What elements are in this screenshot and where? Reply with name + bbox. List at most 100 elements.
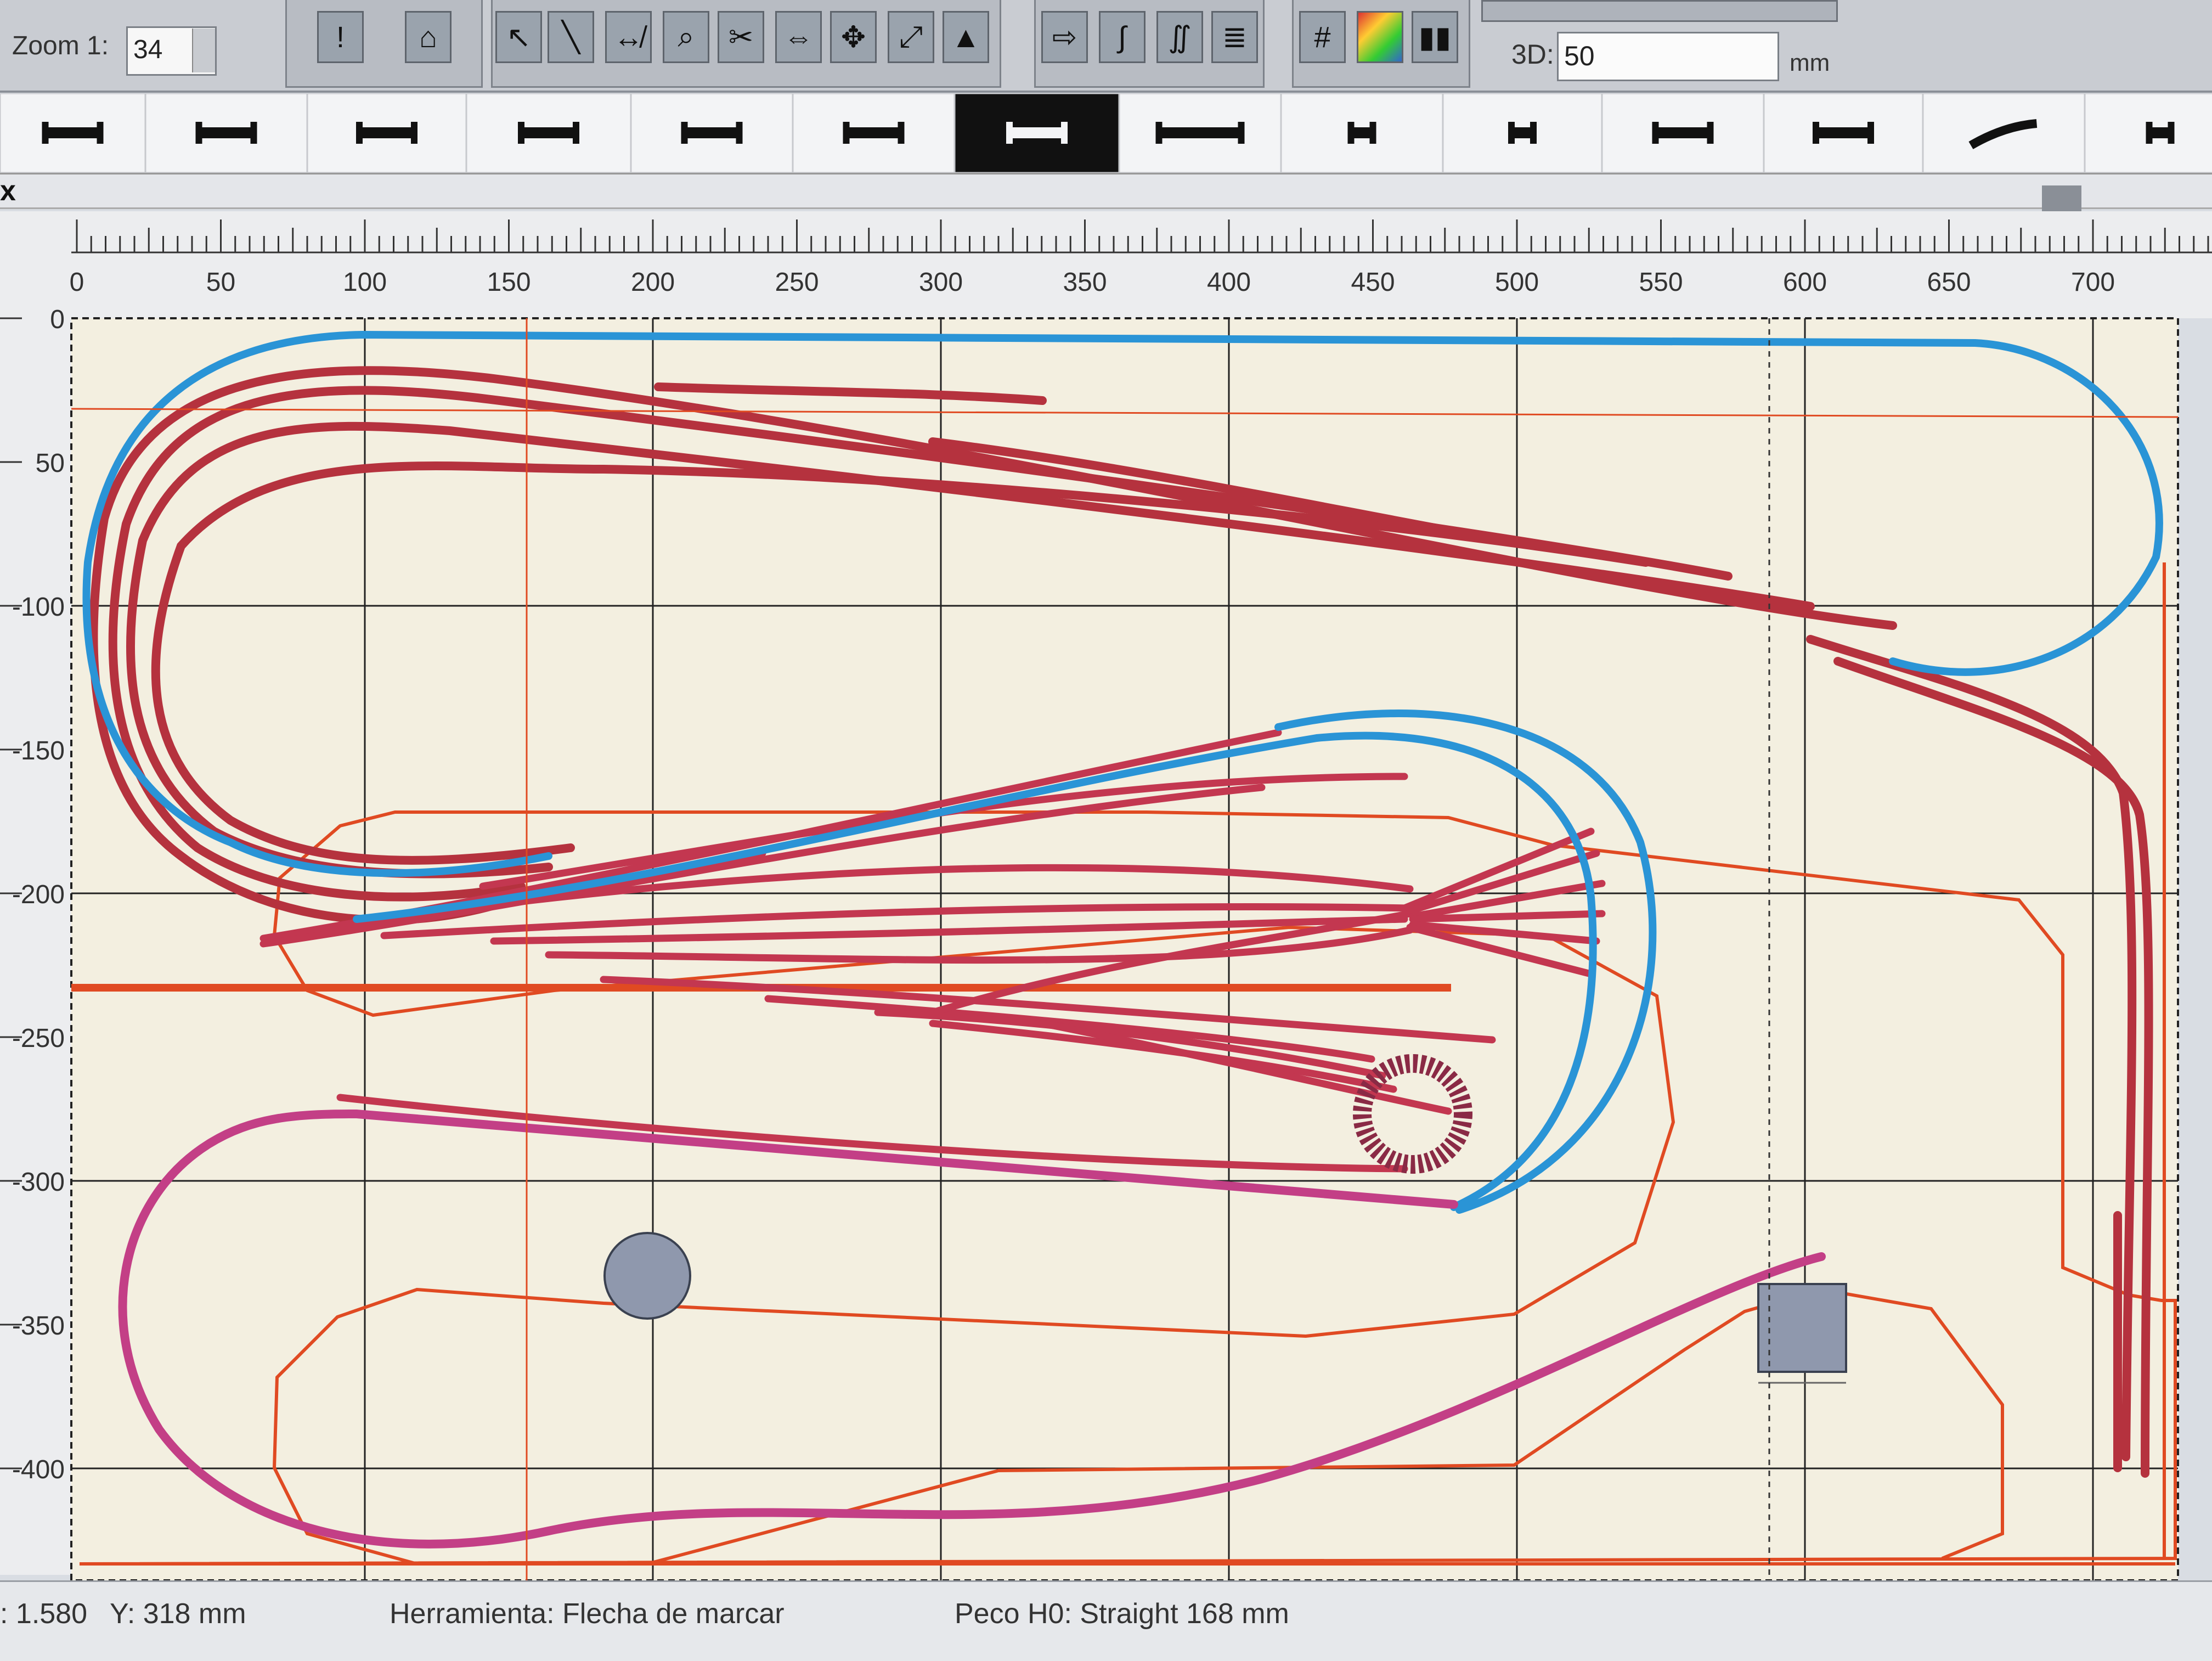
ruler-label-y: -400 xyxy=(12,1455,65,1484)
terrain-icon[interactable]: ▲ xyxy=(943,11,989,63)
straight-piece-icon xyxy=(45,127,100,138)
ruler-label-x: 400 xyxy=(1207,268,1251,297)
status-track-piece: Peco H0: Straight 168 mm xyxy=(955,1598,1289,1630)
piece-end-icon xyxy=(195,122,202,144)
status-tool: Herramienta: Flecha de marcar xyxy=(390,1598,785,1630)
piece-end-icon xyxy=(1061,122,1068,144)
piece-end-icon xyxy=(1867,122,1874,144)
curve-right-icon[interactable]: ∬ xyxy=(1156,11,1203,63)
ruler-label-x: 450 xyxy=(1351,268,1395,297)
layer-dropdown[interactable] xyxy=(1481,0,1838,22)
ruler-label-x: 500 xyxy=(1495,268,1539,297)
ruler-label-x: 650 xyxy=(1927,268,1971,297)
piece-end-icon xyxy=(898,122,905,144)
piece-end-icon xyxy=(42,122,49,144)
ruler-ticks xyxy=(71,219,2212,254)
ruler-label-y: 50 xyxy=(36,449,65,478)
straight-piece-icon xyxy=(1009,127,1064,138)
toolbar-group-edit: ! ⌂ xyxy=(285,0,483,88)
straight-piece-icon xyxy=(359,127,414,138)
piece-end-icon xyxy=(411,122,417,144)
zoom-icon[interactable]: ⌕ xyxy=(663,11,709,63)
zoom-spinner[interactable] xyxy=(192,29,215,72)
piece-end-icon xyxy=(1813,122,1819,144)
piece-end-icon xyxy=(1238,122,1245,144)
straight-piece-icon xyxy=(521,127,576,138)
ruler-label-y: -150 xyxy=(12,736,65,765)
move-icon[interactable]: ✥ xyxy=(830,11,877,63)
curve-left-icon[interactable]: ∫ xyxy=(1099,11,1146,63)
piece-end-icon xyxy=(736,122,743,144)
ruler-label-y: -200 xyxy=(12,880,65,909)
status-bar: : 1.580 Y: 318 mm Herramienta: Flecha de… xyxy=(0,1580,2212,1661)
3d-unit-label: mm xyxy=(1790,49,1830,76)
piece-end-icon xyxy=(1508,122,1515,144)
ruler-label-x: 100 xyxy=(343,268,387,297)
piece-end-icon xyxy=(250,122,257,144)
main-toolbar: Zoom 1: 34 ! ⌂ ↖ ╲ ↮ ⌕ ✂ ⇔ ✥ ⤢ ▲ ⇨ ∫ ∬ ≣… xyxy=(0,0,2212,93)
piece-end-icon xyxy=(1369,122,1376,144)
list-icon[interactable]: ≣ xyxy=(1211,11,1258,63)
piece-end-icon xyxy=(356,122,363,144)
piece-end-icon xyxy=(518,122,524,144)
ruler-label-x: 300 xyxy=(919,268,963,297)
ruler-label-y: -250 xyxy=(12,1024,65,1053)
cut-icon[interactable]: ↮ xyxy=(605,11,652,63)
status-y-coordinate: Y: 318 mm xyxy=(110,1598,246,1630)
ruler-labels-y: 0 50 -100 -150 -200 -250 -300 -350 -400 xyxy=(0,305,65,1484)
piece-end-icon xyxy=(1707,122,1714,144)
piece-end-icon xyxy=(573,122,579,144)
hand-icon[interactable]: ⌂ xyxy=(405,11,452,63)
round-structure[interactable] xyxy=(603,1232,691,1320)
ruler-label-y: -300 xyxy=(12,1168,65,1197)
connect-icon[interactable]: ⇔ xyxy=(775,11,822,63)
piece-end-icon xyxy=(1652,122,1659,144)
straight-piece-icon xyxy=(199,127,254,138)
straight-piece-icon xyxy=(1655,127,1711,138)
grid-icon[interactable]: # xyxy=(1299,11,1346,63)
pointer-icon[interactable]: ↖ xyxy=(495,11,542,63)
square-structure[interactable] xyxy=(1757,1283,1847,1373)
piece-end-icon xyxy=(2168,122,2175,144)
track-palette xyxy=(0,93,2212,174)
signal-icon[interactable]: ▮▮ xyxy=(1412,11,1458,63)
straight-piece-icon xyxy=(684,127,740,138)
toolbar-group-view: # ▮▮ xyxy=(1292,0,1470,88)
toolbar-group-tools: ↖ ╲ ↮ ⌕ ✂ ⇔ ✥ ⤢ ▲ xyxy=(491,0,1001,88)
ruler-label-x: 150 xyxy=(487,268,531,297)
ruler-label-y: 0 xyxy=(50,305,65,334)
rotate-icon[interactable]: ⤢ xyxy=(888,11,934,63)
layout-canvas[interactable]: 0 50 100 150 200 250 300 350 400 450 500 550 600 650 7… xyxy=(0,211,2212,1580)
ruler-label-x: 550 xyxy=(1639,268,1683,297)
piece-end-icon xyxy=(1530,122,1537,144)
zoom-label: Zoom 1: xyxy=(12,31,109,60)
scissors-icon[interactable]: ✂ xyxy=(718,11,764,63)
piece-end-icon xyxy=(1155,122,1163,144)
piece-end-icon xyxy=(1006,122,1013,144)
straight-piece-icon xyxy=(846,127,901,138)
alert-icon[interactable]: ! xyxy=(317,11,364,63)
tab-strip xyxy=(0,174,2212,209)
ruler-label-x: 250 xyxy=(775,268,819,297)
toolbar-group-track: ⇨ ∫ ∬ ≣ xyxy=(1034,0,1265,88)
palette-graphics xyxy=(0,93,2212,173)
straight-piece-icon xyxy=(1159,127,1242,138)
ruler-label-x: 0 xyxy=(70,268,84,297)
ruler-label-x: 700 xyxy=(2071,268,2115,297)
piece-end-icon xyxy=(681,122,688,144)
close-icon[interactable]: x xyxy=(0,174,16,207)
status-x-coordinate: : 1.580 xyxy=(0,1598,88,1630)
ruler-labels-x: 0 50 100 150 200 250 300 350 400 450 500 550 600 650 7… xyxy=(70,268,2115,297)
ruler-label-x: 600 xyxy=(1783,268,1827,297)
straight-piece-icon xyxy=(1816,127,1871,138)
line-icon[interactable]: ╲ xyxy=(548,11,594,63)
3d-height-input[interactable]: 50 xyxy=(1557,32,1779,81)
ruler-label-x: 200 xyxy=(631,268,675,297)
piece-end-icon xyxy=(97,122,104,144)
ruler-label-y: -100 xyxy=(12,593,65,622)
rainbow-icon[interactable] xyxy=(1357,11,1403,63)
ruler-label-x: 350 xyxy=(1063,268,1107,297)
ruler-label-y: -350 xyxy=(12,1311,65,1341)
straight-arrow-icon[interactable]: ⇨ xyxy=(1041,11,1088,63)
ruler-label-x: 50 xyxy=(206,268,235,297)
